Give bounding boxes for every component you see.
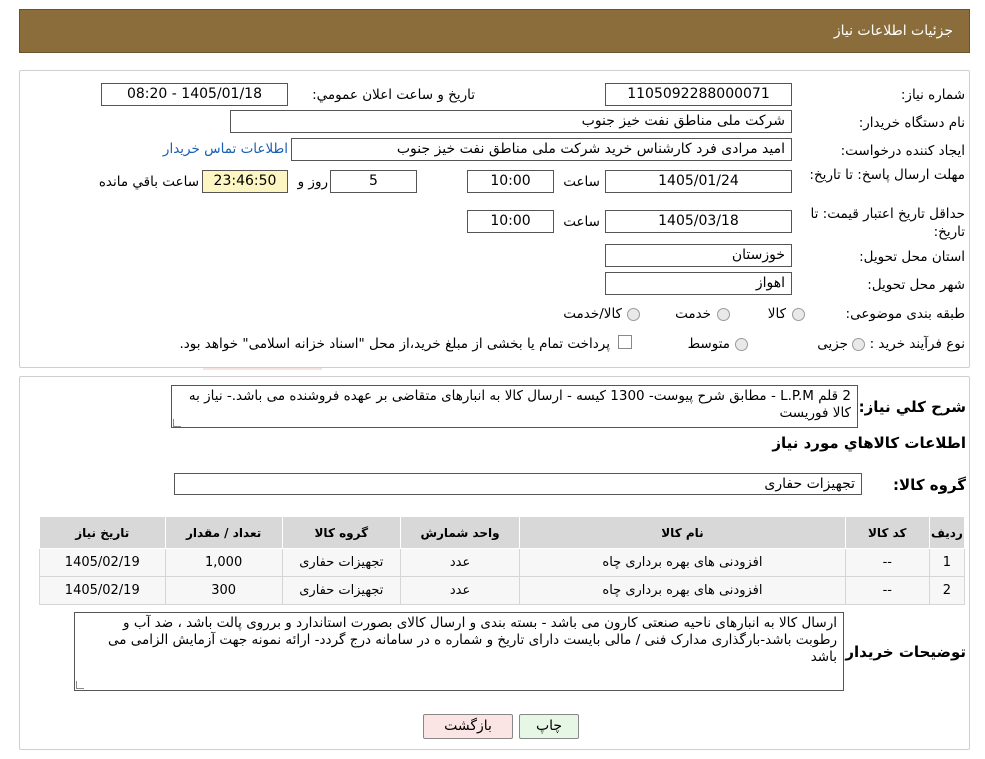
- page-title: جزئیات اطلاعات نیاز: [833, 23, 953, 39]
- buyer-notes-label: توضیحات خریدار:: [839, 643, 966, 661]
- deadline-label: مهلت ارسال پاسخ: تا تاریخ:: [809, 167, 965, 183]
- validity-date-field: 1405/03/18: [605, 210, 792, 233]
- days-label: روز و: [297, 174, 328, 190]
- validity-time-field: 10:00: [467, 210, 554, 233]
- contact-buyer-link[interactable]: اطلاعات تماس خریدار: [150, 141, 288, 157]
- col-item-name: نام کالا: [519, 516, 846, 549]
- remaining-time-field: 23:46:50: [202, 170, 288, 193]
- buyer-notes-text: ارسال کالا به انبارهای ناحیه صنعتی کارون…: [74, 612, 844, 691]
- category-radio-goods[interactable]: [792, 308, 805, 321]
- goods-group-label: گروه کالا:: [893, 476, 966, 494]
- cell-group: تجهیزات حفاری: [281, 576, 401, 605]
- goods-table-header: رديف کد کالا نام کالا واحد شمارش گروه کا…: [39, 516, 966, 549]
- description-text: 2 قلم L.P.M - مطابق شرح پیوست- 1300 کیسه…: [171, 385, 858, 428]
- process-radio-minor[interactable]: [852, 338, 865, 351]
- creator-label: ایجاد کننده درخواست:: [840, 143, 965, 159]
- goods-section-title: اطلاعات کالاهاي مورد نياز: [772, 434, 966, 452]
- cell-unit: عدد: [399, 548, 521, 577]
- creator-field: امید مرادی فرد کارشناس خرید شرکت ملی منا…: [291, 138, 792, 161]
- page-header: جزئیات اطلاعات نیاز: [19, 9, 970, 53]
- category-option-goods-service: کالا/خدمت: [563, 306, 622, 322]
- cell-item-code: --: [844, 576, 930, 605]
- print-button[interactable]: چاپ: [519, 714, 579, 739]
- process-radio-medium[interactable]: [735, 338, 748, 351]
- resize-grip-icon[interactable]: [173, 419, 181, 427]
- goods-group-field: تجهیزات حفاری: [174, 473, 862, 495]
- col-item-code: کد کالا: [844, 516, 930, 549]
- cell-need-date: 1405/02/19: [39, 548, 166, 577]
- city-label: شهر محل تحویل:: [867, 277, 965, 293]
- cell-quantity: 300: [164, 576, 283, 605]
- description-label: شرح کلي نياز:: [858, 398, 966, 416]
- back-button[interactable]: بازگشت: [423, 714, 513, 739]
- col-group: گروه کالا: [281, 516, 401, 549]
- buyer-org-label: نام دستگاه خریدار:: [858, 115, 965, 131]
- cell-group: تجهیزات حفاری: [281, 548, 401, 577]
- treasury-checkbox[interactable]: [618, 335, 632, 349]
- cell-need-date: 1405/02/19: [39, 576, 166, 605]
- deadline-time-field: 10:00: [467, 170, 554, 193]
- resize-grip-icon[interactable]: [76, 681, 84, 689]
- need-number-field: 1105092288000071: [605, 83, 792, 106]
- category-radio-goods-service[interactable]: [627, 308, 640, 321]
- cell-item-name: افزودنی های بهره برداری چاه: [519, 548, 846, 577]
- category-option-goods: کالا: [767, 306, 786, 322]
- deadline-time-label: ساعت: [563, 174, 600, 190]
- province-label: استان محل تحویل:: [859, 249, 965, 265]
- need-number-label: شماره نیاز:: [900, 87, 965, 103]
- validity-time-label: ساعت: [563, 214, 600, 230]
- category-radio-service[interactable]: [717, 308, 730, 321]
- deadline-date-field: 1405/01/24: [605, 170, 792, 193]
- cell-unit: عدد: [399, 576, 521, 605]
- category-label: طبقه بندی موضوعی:: [845, 306, 965, 322]
- table-row: 2 -- افزودنی های بهره برداری چاه عدد تجه…: [39, 576, 966, 605]
- process-option-medium: متوسط: [687, 336, 730, 352]
- category-option-service: خدمت: [675, 306, 711, 322]
- process-note: پرداخت تمام یا بخشی از مبلغ خرید،از محل …: [179, 336, 610, 352]
- city-field: اهواز: [605, 272, 792, 295]
- process-option-minor: جزیی: [817, 336, 848, 352]
- cell-item-name: افزودنی های بهره برداری چاه: [519, 576, 846, 605]
- process-label: نوع فرآیند خرید :: [869, 336, 965, 352]
- cell-item-code: --: [844, 548, 930, 577]
- col-row-number: رديف: [928, 516, 966, 549]
- buyer-org-field: شرکت ملی مناطق نفت خیز جنوب: [230, 110, 792, 133]
- validity-label: حداقل تاریخ اعتبار قیمت: تا تاریخ:: [810, 206, 965, 240]
- days-field: 5: [330, 170, 417, 193]
- col-need-date: تاریخ نیاز: [39, 516, 166, 549]
- announce-field: 1405/01/18 - 08:20: [101, 83, 288, 106]
- cell-row-number: 1: [928, 548, 966, 577]
- col-unit: واحد شمارش: [399, 516, 521, 549]
- remaining-label: ساعت باقي مانده: [98, 174, 199, 190]
- col-quantity: تعداد / مقدار: [164, 516, 283, 549]
- cell-quantity: 1,000: [164, 548, 283, 577]
- announce-label: تاریخ و ساعت اعلان عمومي:: [312, 87, 475, 103]
- table-row: 1 -- افزودنی های بهره برداری چاه عدد تجه…: [39, 548, 966, 577]
- province-field: خوزستان: [605, 244, 792, 267]
- goods-table: رديف کد کالا نام کالا واحد شمارش گروه کا…: [39, 516, 966, 605]
- cell-row-number: 2: [928, 576, 966, 605]
